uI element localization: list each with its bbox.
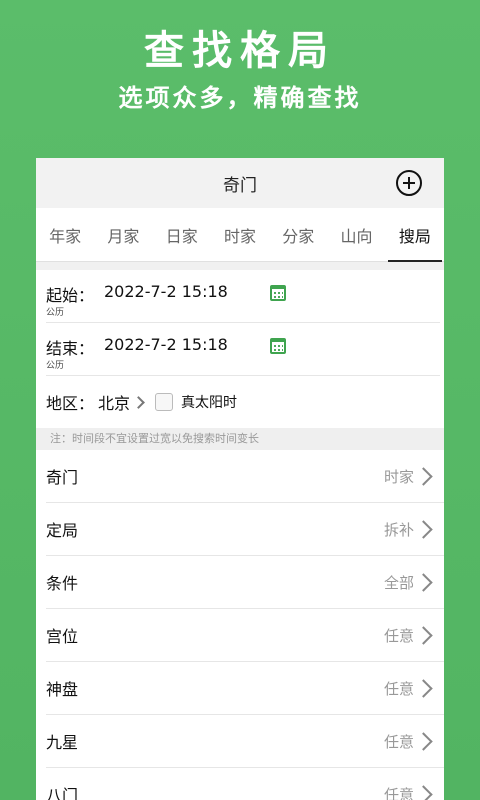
option-value: 全部: [383, 573, 414, 592]
chevron-right-icon: [414, 625, 433, 645]
add-circle-icon[interactable]: [396, 170, 422, 196]
option-value: 任意: [383, 679, 414, 698]
tab-fenjia[interactable]: 分家: [269, 208, 327, 261]
option-label: 奇门: [46, 468, 79, 487]
option-row-gongwei[interactable]: 宫位 任意: [46, 609, 444, 662]
end-calendar-type: 公历: [46, 361, 65, 371]
region-row: 地区： 北京 真太阳时: [46, 376, 444, 428]
option-row-qimen[interactable]: 奇门 时家: [46, 450, 444, 503]
title-bar: 奇门: [36, 158, 444, 208]
promo-title: 查找格局: [144, 28, 336, 74]
calendar-icon[interactable]: [270, 285, 286, 301]
tab-rijia[interactable]: 日家: [153, 208, 211, 261]
tab-yuejia[interactable]: 月家: [94, 208, 152, 261]
option-label: 宫位: [46, 627, 79, 646]
start-value[interactable]: 2022-7-2 15:18: [104, 282, 228, 301]
chevron-right-icon: [414, 731, 433, 751]
chevron-right-icon: [414, 784, 433, 800]
calendar-icon[interactable]: [270, 338, 286, 354]
option-row-dingju[interactable]: 定局 拆补: [46, 503, 444, 556]
chevron-right-icon: [414, 572, 433, 592]
option-value: 任意: [383, 626, 414, 645]
start-calendar-type: 公历: [46, 308, 65, 318]
chevron-right-icon: [414, 678, 433, 698]
page-title: 奇门: [223, 175, 257, 196]
section-gap: [36, 262, 444, 270]
chevron-right-icon: [414, 519, 433, 539]
option-row-jiuxing[interactable]: 九星 任意: [46, 715, 444, 768]
option-label: 九星: [46, 733, 79, 752]
tab-soju[interactable]: 搜局: [386, 208, 444, 262]
end-time-row[interactable]: 结束： 2022-7-2 15:18 公历: [46, 323, 440, 376]
start-time-row[interactable]: 起始： 2022-7-2 15:18 公历: [46, 270, 440, 323]
end-value[interactable]: 2022-7-2 15:18: [104, 335, 228, 354]
region-value[interactable]: 北京: [98, 390, 130, 414]
chevron-right-icon: [414, 466, 433, 486]
tab-shijia[interactable]: 时家: [211, 208, 269, 261]
option-label: 神盘: [46, 680, 79, 699]
search-note: 注：时间段不宜设置过宽以免搜索时间变长: [36, 428, 444, 450]
tab-bar: 年家 月家 日家 时家 分家 山向 搜局: [36, 208, 444, 262]
solar-time-label: 真太阳时: [181, 395, 238, 411]
option-row-shenpan[interactable]: 神盘 任意: [46, 662, 444, 715]
option-value: 任意: [383, 785, 414, 800]
chevron-right-icon[interactable]: [132, 395, 145, 409]
option-value: 拆补: [383, 520, 414, 539]
app-screen: 奇门 年家 月家 日家 时家 分家 山向 搜局 起始： 2022-7-2 15:…: [36, 158, 444, 800]
tab-nianjia[interactable]: 年家: [36, 208, 94, 261]
solar-time-checkbox[interactable]: [155, 393, 174, 411]
tab-shanxiang[interactable]: 山向: [327, 208, 385, 261]
option-label: 定局: [46, 521, 79, 540]
option-row-bamen[interactable]: 八门 任意: [46, 768, 444, 800]
end-label: 结束：: [46, 339, 95, 358]
promo-subtitle: 选项众多，精确查找: [118, 84, 362, 112]
option-label: 八门: [46, 786, 79, 800]
option-row-tiaojian[interactable]: 条件 全部: [46, 556, 444, 609]
region-label: 地区：: [46, 394, 95, 413]
option-value: 任意: [383, 732, 414, 751]
option-label: 条件: [46, 574, 79, 593]
option-value: 时家: [383, 467, 414, 486]
start-label: 起始：: [46, 286, 95, 305]
